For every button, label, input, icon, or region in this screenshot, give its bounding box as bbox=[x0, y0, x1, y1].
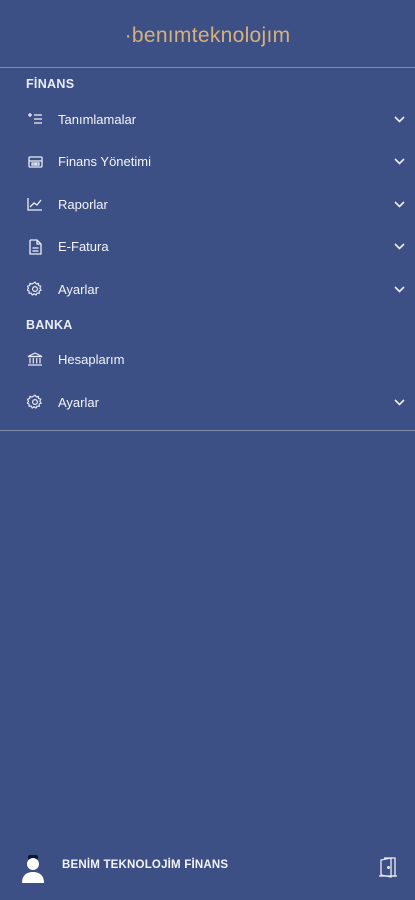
chevron-down-icon[interactable] bbox=[392, 112, 406, 126]
menu-item-label: Tanımlamalar bbox=[58, 111, 137, 127]
invoice-icon bbox=[26, 238, 44, 256]
chart-line-icon bbox=[26, 195, 44, 213]
navigation-menu: FİNANS Tanımlamalar Finans Yönetimi Rapo… bbox=[0, 70, 415, 424]
user-avatar-icon bbox=[21, 854, 45, 884]
menu-item-ayarlar-finans[interactable]: Ayarlar bbox=[0, 268, 415, 311]
chevron-down-icon[interactable] bbox=[392, 197, 406, 211]
user-name: BENİM TEKNOLOJİM FİNANS bbox=[62, 859, 229, 871]
menu-bottom-divider bbox=[0, 430, 415, 431]
menu-item-label: E-Fatura bbox=[58, 239, 109, 255]
menu-item-label: Finans Yönetimi bbox=[58, 154, 151, 170]
section-title-finans: FİNANS bbox=[26, 77, 75, 91]
menu-item-raporlar[interactable]: Raporlar bbox=[0, 183, 415, 226]
chevron-down-icon[interactable] bbox=[392, 155, 406, 169]
menu-item-label: Ayarlar bbox=[58, 394, 99, 410]
chevron-down-icon[interactable] bbox=[392, 240, 406, 254]
side-navigation-drawer: ·benımteknolojım FİNANS Tanımlamalar Fin… bbox=[0, 0, 415, 900]
wallet-icon bbox=[26, 153, 44, 171]
menu-item-tanimlamalar[interactable]: Tanımlamalar bbox=[0, 98, 415, 141]
menu-item-ayarlar-banka[interactable]: Ayarlar bbox=[0, 381, 415, 424]
brand-header: ·benımteknolojım bbox=[0, 20, 415, 52]
header-divider bbox=[0, 67, 415, 68]
chevron-down-icon[interactable] bbox=[392, 282, 406, 296]
chevron-down-icon[interactable] bbox=[392, 395, 406, 409]
list-add-icon bbox=[26, 110, 44, 128]
menu-item-label: Raporlar bbox=[58, 196, 108, 212]
menu-item-e-fatura[interactable]: E-Fatura bbox=[0, 226, 415, 269]
logout-door-icon[interactable] bbox=[378, 856, 398, 878]
user-footer: BENİM TEKNOLOJİM FİNANS bbox=[0, 848, 415, 888]
menu-item-hesaplarim[interactable]: Hesaplarım bbox=[0, 339, 415, 382]
gear-icon bbox=[26, 280, 44, 298]
brand-logo[interactable]: ·benımteknolojım bbox=[125, 20, 291, 52]
bank-icon bbox=[26, 351, 44, 369]
menu-item-label: Hesaplarım bbox=[58, 352, 125, 368]
section-title-banka: BANKA bbox=[26, 317, 73, 332]
gear-icon bbox=[26, 393, 44, 411]
menu-item-label: Ayarlar bbox=[58, 281, 99, 297]
menu-item-finans-yonetimi[interactable]: Finans Yönetimi bbox=[0, 141, 415, 184]
